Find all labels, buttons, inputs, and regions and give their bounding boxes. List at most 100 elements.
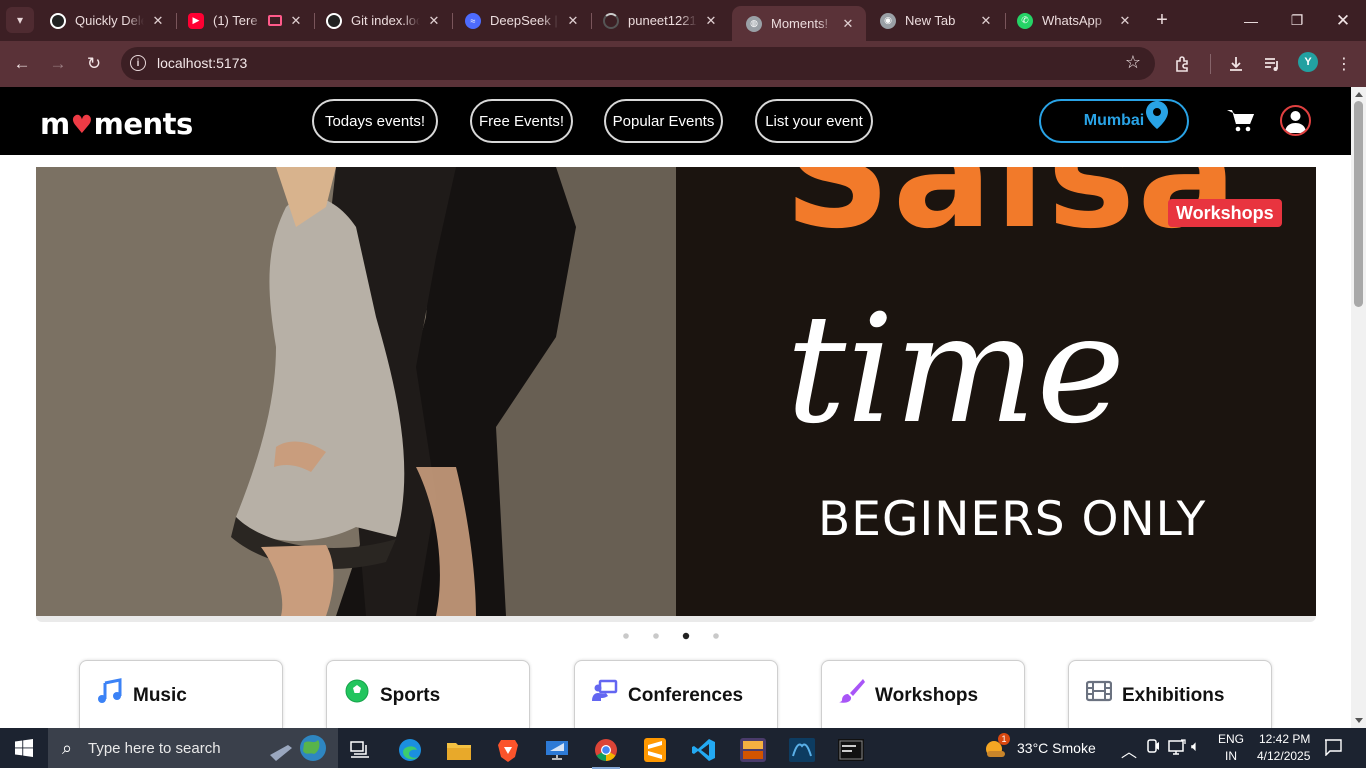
back-button[interactable]: ← (8, 50, 36, 78)
search-highlight-icon (268, 733, 328, 768)
close-icon[interactable]: ✕ (840, 16, 856, 32)
scrollbar-thumb[interactable] (1354, 101, 1363, 307)
close-icon[interactable]: ✕ (703, 13, 719, 29)
openai-icon (50, 12, 66, 29)
xampp-icon[interactable] (733, 733, 773, 766)
carousel-pagination (622, 632, 720, 640)
browser-tab-active[interactable]: ◍ Moments! ✕ (732, 6, 866, 41)
openai-icon (326, 12, 342, 29)
poster-script-word: time (786, 283, 1126, 457)
task-view-icon[interactable] (340, 733, 380, 766)
heart-icon: ♥ (70, 109, 93, 139)
remote-desktop-icon[interactable] (537, 733, 577, 766)
presentation-icon (591, 677, 619, 705)
chrome-browser-icon[interactable] (586, 733, 626, 769)
show-hidden-icons[interactable]: ︿ (1121, 738, 1137, 762)
edge-browser-icon[interactable] (390, 733, 430, 766)
new-tab-button[interactable]: + (1150, 8, 1174, 32)
weather-notification-badge: 1 (998, 733, 1010, 745)
browser-tab-5[interactable]: puneet1221/ ✕ (589, 0, 729, 41)
nav-free-events[interactable]: Free Events! (470, 99, 573, 143)
site-info-icon[interactable]: i (130, 55, 146, 71)
browser-tab-4[interactable]: ≈ DeepSeek | 3 ✕ (451, 0, 591, 41)
carousel-dot-3[interactable] (682, 632, 690, 640)
url-text[interactable]: localhost:5173 (157, 55, 247, 71)
volume-icon[interactable]: 🔈︎ (1191, 738, 1200, 755)
weather-text[interactable]: 33°C Smoke (1017, 740, 1096, 756)
clock-date[interactable]: 4/12/2025 (1257, 749, 1310, 763)
file-explorer-icon[interactable] (439, 733, 479, 766)
event-carousel[interactable]: Salsa time BEGINERS ONLY Workshops (36, 167, 1316, 622)
film-icon (1085, 677, 1113, 705)
brave-browser-icon[interactable] (488, 733, 528, 766)
user-account-icon[interactable] (1280, 105, 1311, 136)
category-card-music[interactable]: Music (79, 660, 283, 728)
toolbar-divider (1210, 54, 1211, 74)
close-icon[interactable]: ✕ (978, 13, 994, 29)
tab-search-button[interactable]: ▾ (6, 7, 34, 33)
category-badge[interactable]: Workshops (1168, 199, 1282, 227)
close-icon[interactable]: ✕ (426, 13, 442, 29)
browser-tab-7[interactable]: ◉ New Tab ✕ (866, 0, 1004, 41)
close-icon[interactable]: ✕ (150, 13, 166, 29)
language-region[interactable]: IN (1225, 749, 1237, 763)
bookmark-star-icon[interactable]: ☆ (1125, 52, 1141, 73)
sublime-text-icon[interactable] (635, 733, 675, 766)
nav-list-your-event[interactable]: List your event (755, 99, 873, 143)
close-icon[interactable]: ✕ (288, 13, 304, 29)
extensions-icon[interactable] (1172, 53, 1194, 75)
address-bar[interactable]: i localhost:5173 ☆ (121, 47, 1155, 80)
media-playing-icon (268, 15, 282, 26)
scroll-up-arrow[interactable] (1355, 92, 1363, 97)
browser-tab-2[interactable]: ▶ (1) Tere H ✕ (174, 0, 314, 41)
nav-popular-events[interactable]: Popular Events (604, 99, 723, 143)
meet-now-icon[interactable] (1146, 739, 1160, 758)
notification-center-icon[interactable] (1324, 738, 1342, 759)
profile-avatar[interactable]: Y (1298, 52, 1318, 72)
windows-start-button[interactable] (0, 728, 48, 768)
forward-button[interactable]: → (44, 50, 72, 78)
scroll-down-arrow[interactable] (1355, 718, 1363, 723)
reload-button[interactable]: ↻ (80, 50, 108, 78)
soccer-ball-icon (343, 677, 371, 705)
cart-icon[interactable] (1227, 108, 1255, 137)
browser-menu-icon[interactable]: ⋮ (1333, 53, 1355, 75)
poster-subtitle: BEGINERS ONLY (818, 492, 1207, 547)
page-scrollbar[interactable] (1351, 87, 1366, 728)
browser-tab-1[interactable]: Quickly Dele ✕ (36, 0, 176, 41)
close-icon[interactable]: ✕ (565, 13, 581, 29)
media-controls-icon[interactable] (1261, 53, 1283, 75)
mysql-shell-icon[interactable] (831, 733, 871, 766)
close-window-button[interactable]: ✕ (1320, 0, 1366, 41)
site-logo[interactable]: m ♥ ments (40, 107, 193, 141)
close-icon[interactable]: ✕ (1117, 13, 1133, 29)
carousel-dot-1[interactable] (623, 633, 629, 639)
network-icon[interactable] (1168, 739, 1186, 758)
download-icon[interactable] (1225, 53, 1247, 75)
carousel-dot-2[interactable] (653, 633, 659, 639)
deepseek-icon: ≈ (465, 12, 481, 29)
site-header: m ♥ ments Todays events! Free Events! Popu… (0, 87, 1351, 155)
category-card-conferences[interactable]: Conferences (574, 660, 778, 728)
clock-time[interactable]: 12:42 PM (1259, 732, 1310, 746)
language-code[interactable]: ENG (1218, 732, 1244, 746)
minimize-button[interactable]: — (1228, 0, 1274, 41)
vscode-icon[interactable] (684, 733, 724, 766)
category-card-workshops[interactable]: Workshops (821, 660, 1025, 728)
taskbar-search[interactable]: ⌕ Type here to search (48, 728, 338, 768)
category-card-sports[interactable]: Sports (326, 660, 530, 728)
paint-brush-icon (838, 677, 866, 705)
browser-tab-strip: ▾ Quickly Dele ✕ ▶ (1) Tere H ✕ Git inde… (0, 0, 1366, 41)
nav-todays-events[interactable]: Todays events! (312, 99, 438, 143)
whatsapp-icon: ✆ (1017, 12, 1033, 29)
mysql-workbench-icon[interactable] (782, 733, 822, 766)
map-pin-icon (1146, 101, 1168, 134)
carousel-slide[interactable]: Salsa time BEGINERS ONLY Workshops (36, 167, 1316, 616)
browser-toolbar: ← → ↻ i localhost:5173 ☆ Y ⋮ (0, 41, 1366, 87)
browser-tab-3[interactable]: Git index.loc ✕ (312, 0, 452, 41)
carousel-dot-4[interactable] (713, 633, 719, 639)
category-card-exhibitions[interactable]: Exhibitions (1068, 660, 1272, 728)
restore-button[interactable]: ❐ (1274, 0, 1320, 41)
browser-tab-8[interactable]: ✆ WhatsApp ✕ (1003, 0, 1143, 41)
web-page: m ♥ ments Todays events! Free Events! Popu… (0, 87, 1366, 728)
